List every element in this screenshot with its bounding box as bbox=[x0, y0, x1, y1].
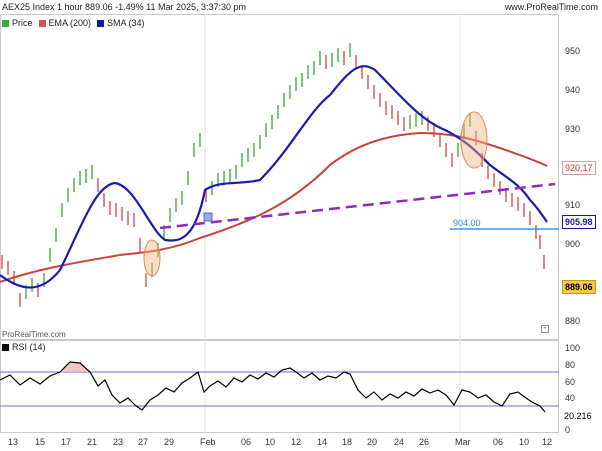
time-axis-label: 21 bbox=[87, 437, 98, 447]
time-axis-label: 15 bbox=[35, 437, 46, 447]
time-axis-label: Feb bbox=[200, 437, 216, 447]
time-axis-label: 23 bbox=[113, 437, 124, 447]
legend-price[interactable]: Price bbox=[2, 16, 33, 30]
time-axis-label: 06 bbox=[493, 437, 504, 447]
legend-label-price: Price bbox=[12, 18, 33, 28]
time-axis-label: 14 bbox=[317, 437, 328, 447]
watermark: ProRealTime.com bbox=[2, 330, 66, 339]
legend-label-ema: EMA (200) bbox=[48, 18, 92, 28]
time-axis-label: 29 bbox=[164, 437, 175, 447]
time-axis-label: 06 bbox=[241, 437, 252, 447]
ema-value-tag: 920.17 bbox=[562, 161, 596, 175]
rsi-axis-label: 80 bbox=[565, 360, 576, 370]
time-axis-label: 20 bbox=[367, 437, 378, 447]
alert-marker bbox=[203, 212, 213, 222]
rsi-axis-label: 60 bbox=[565, 377, 576, 387]
time-axis-label: 24 bbox=[394, 437, 405, 447]
price-axis-label: 930 bbox=[565, 124, 581, 134]
legend-swatch-sma bbox=[97, 19, 105, 27]
time-axis-label: 18 bbox=[342, 437, 353, 447]
highlight-ellipse-right bbox=[460, 111, 488, 169]
price-axis-label: 940 bbox=[565, 85, 581, 95]
rsi-axis-label: 0 bbox=[565, 425, 571, 435]
legend-ema[interactable]: EMA (200) bbox=[38, 16, 92, 30]
rsi-legend-label: RSI (14) bbox=[12, 342, 46, 352]
time-axis-label: Mar bbox=[455, 437, 471, 447]
trendline bbox=[159, 182, 556, 230]
sma-value-tag: 905.98 bbox=[562, 215, 596, 229]
time-axis-label: 27 bbox=[138, 437, 149, 447]
time-axis-label: 10 bbox=[519, 437, 530, 447]
zoom-icon[interactable]: + bbox=[541, 325, 549, 333]
rsi-axis-label: 40 bbox=[565, 393, 576, 403]
legend-label-sma: SMA (34) bbox=[107, 18, 145, 28]
rsi-legend[interactable]: RSI (14) bbox=[2, 342, 46, 352]
price-axis-label: 910 bbox=[565, 200, 581, 210]
time-axis-label: 10 bbox=[265, 437, 276, 447]
time-axis-label: 12 bbox=[291, 437, 302, 447]
legend-swatch-ema bbox=[38, 19, 46, 27]
legend-sma[interactable]: SMA (34) bbox=[97, 16, 145, 30]
time-axis-label: 13 bbox=[8, 437, 19, 447]
price-axis-label: 900 bbox=[565, 239, 581, 249]
rsi-value-tag: 20.216 bbox=[562, 410, 594, 422]
highlight-ellipse-left bbox=[143, 239, 161, 277]
chart-canvas bbox=[0, 14, 559, 433]
last-price-tag: 889.06 bbox=[562, 280, 596, 294]
time-axis-label: 17 bbox=[61, 437, 72, 447]
price-axis-label: 880 bbox=[565, 316, 581, 326]
sma-34-line bbox=[0, 65, 548, 289]
legend-swatch-price bbox=[2, 19, 9, 27]
time-axis-label: 12 bbox=[542, 437, 553, 447]
price-legend: Price EMA (200) SMA (34) bbox=[2, 16, 145, 30]
rsi-axis-label: 100 bbox=[565, 343, 581, 353]
time-axis-label: 26 bbox=[419, 437, 430, 447]
price-axis-label: 950 bbox=[565, 46, 581, 56]
legend-swatch-rsi bbox=[2, 343, 9, 351]
support-level-label: 904.00 bbox=[453, 218, 481, 228]
